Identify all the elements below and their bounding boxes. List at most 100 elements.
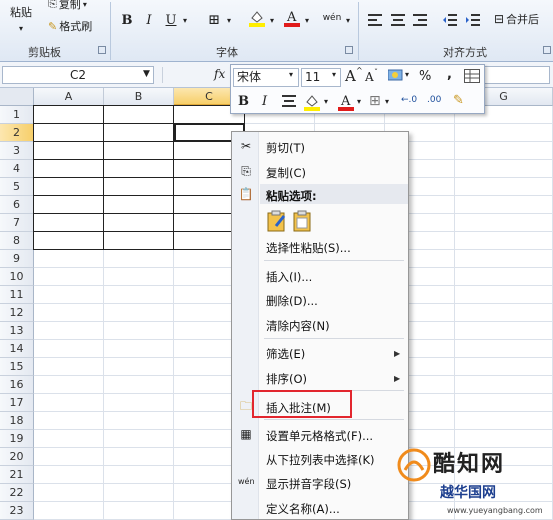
menu-item-clear-contents[interactable]: 清除内容(N): [266, 318, 330, 334]
row-header[interactable]: 10: [0, 268, 34, 286]
row-header[interactable]: 16: [0, 376, 34, 394]
font-name-dropdown-icon[interactable]: ▾: [289, 70, 293, 79]
grow-font-button[interactable]: A: [345, 67, 356, 85]
copy-button[interactable]: ⎘ 复制 ▾: [48, 0, 87, 12]
row-header[interactable]: 15: [0, 358, 34, 376]
align-center-icon[interactable]: [389, 10, 407, 30]
font-size-dropdown-icon[interactable]: ▾: [332, 70, 336, 79]
bold-button[interactable]: B: [118, 10, 136, 30]
row-header[interactable]: 2: [0, 124, 34, 142]
row-header[interactable]: 13: [0, 322, 34, 340]
decrease-decimal-icon[interactable]: .00: [427, 95, 441, 105]
insert-function-icon[interactable]: fx: [214, 67, 225, 81]
row-header[interactable]: 8: [0, 232, 34, 250]
paste-values-icon[interactable]: [292, 210, 314, 232]
row-header[interactable]: 3: [0, 142, 34, 160]
row-header[interactable]: 21: [0, 466, 34, 484]
mini-font-color-icon[interactable]: A: [337, 93, 355, 115]
underline-dropdown-icon[interactable]: ▾: [180, 10, 190, 30]
shrink-font-button[interactable]: A: [365, 70, 374, 84]
column-header[interactable]: A: [34, 88, 104, 106]
align-dialog-launcher[interactable]: [543, 46, 551, 54]
phonetic-dropdown-icon[interactable]: ▾: [343, 10, 353, 30]
align-left-icon[interactable]: [366, 10, 384, 30]
mini-fill-color-icon[interactable]: [303, 93, 321, 115]
menu-item-pick-from-list[interactable]: 从下拉列表中选择(K): [266, 452, 375, 468]
align-right-icon[interactable]: [411, 10, 429, 30]
menu-item-paste-special[interactable]: 选择性粘贴(S)...: [266, 240, 351, 256]
increase-decimal-icon[interactable]: ←.0: [401, 95, 417, 105]
row-header[interactable]: 17: [0, 394, 34, 412]
format-painter-button[interactable]: ✎ 格式刷: [48, 18, 92, 34]
mini-italic-button[interactable]: I: [262, 94, 267, 109]
accounting-dropdown-icon[interactable]: ▾: [405, 70, 409, 79]
row-header[interactable]: 22: [0, 484, 34, 502]
mini-fill-dropdown-icon[interactable]: ▾: [324, 97, 328, 106]
italic-button[interactable]: I: [140, 10, 158, 30]
menu-item-insert[interactable]: 插入(I)...: [266, 269, 312, 285]
copy-icon: ⎘: [241, 164, 251, 178]
row-header[interactable]: 23: [0, 502, 34, 520]
mini-borders-dropdown-icon[interactable]: ▾: [385, 97, 389, 106]
row-header[interactable]: 7: [0, 214, 34, 232]
clipboard-dialog-launcher[interactable]: [98, 46, 106, 54]
borders-icon[interactable]: ⊞: [204, 10, 224, 30]
increase-indent-icon[interactable]: [464, 10, 482, 30]
watermark-logo-icon: [397, 448, 431, 482]
row-header[interactable]: 18: [0, 412, 34, 430]
menu-item-filter[interactable]: 筛选(E): [266, 346, 305, 362]
percent-button[interactable]: %: [419, 69, 431, 84]
menu-item-phonetic[interactable]: 显示拼音字段(S): [266, 476, 351, 492]
row-header[interactable]: 9: [0, 250, 34, 268]
row-header[interactable]: 11: [0, 286, 34, 304]
mini-align-center-icon[interactable]: [282, 95, 296, 111]
borders-dropdown-icon[interactable]: ▾: [224, 10, 234, 30]
row-header[interactable]: 5: [0, 178, 34, 196]
decrease-indent-icon[interactable]: [441, 10, 459, 30]
divider: [358, 2, 359, 60]
mini-format-painter-icon[interactable]: ✎: [453, 93, 464, 108]
phonetic-icon[interactable]: wén: [320, 8, 344, 28]
column-header[interactable]: B: [104, 88, 174, 106]
menu-item-sort[interactable]: 排序(O): [266, 371, 307, 387]
merge-icon: ⊟: [494, 12, 505, 26]
row-header[interactable]: 6: [0, 196, 34, 214]
watermark: 酷知网 越华国网 www.yueyangbang.com: [395, 438, 553, 520]
context-menu: ✂ 剪切(T) ⎘ 复制(C) 📋 粘贴选项: 选择性粘贴(S)... 插入(I…: [231, 131, 409, 520]
menu-item-format-cells[interactable]: 设置单元格格式(F)...: [266, 428, 373, 444]
name-box-dropdown-icon[interactable]: ▼: [143, 69, 150, 79]
copy-dropdown-icon: ▾: [82, 0, 87, 9]
menu-item-copy[interactable]: 复制(C): [266, 165, 306, 181]
select-all-corner[interactable]: [0, 88, 34, 106]
accounting-format-icon[interactable]: [387, 68, 404, 86]
name-box[interactable]: C2: [2, 66, 154, 84]
font-color-dropdown-icon[interactable]: ▾: [302, 10, 312, 30]
font-dialog-launcher[interactable]: [345, 46, 353, 54]
row-header[interactable]: 14: [0, 340, 34, 358]
mini-borders-icon[interactable]: ⊞: [369, 93, 381, 109]
paste-button[interactable]: 粘贴 ▾: [2, 2, 40, 42]
fill-color-dropdown-icon[interactable]: ▾: [267, 10, 277, 30]
filter-submenu-arrow-icon: ▶: [394, 349, 401, 358]
underline-button[interactable]: U: [163, 10, 179, 30]
table-border: [34, 249, 245, 250]
comma-button[interactable]: ,: [447, 67, 452, 82]
menu-item-define-name[interactable]: 定义名称(A)...: [266, 501, 340, 517]
row-header[interactable]: 12: [0, 304, 34, 322]
paste-formatting-icon[interactable]: [266, 210, 288, 232]
font-color-icon[interactable]: A: [282, 8, 302, 28]
mini-font-color-dropdown-icon[interactable]: ▾: [357, 97, 361, 106]
row-header[interactable]: 4: [0, 160, 34, 178]
mini-bold-button[interactable]: B: [238, 94, 249, 109]
menu-item-cut[interactable]: 剪切(T): [266, 140, 305, 156]
menu-item-delete[interactable]: 删除(D)...: [266, 293, 318, 309]
brush-icon: ✎: [48, 19, 58, 33]
format-table-icon[interactable]: [464, 69, 480, 87]
fill-color-icon[interactable]: [247, 8, 267, 28]
svg-text:A: A: [340, 94, 351, 109]
merge-center-button[interactable]: ⊟ 合并后: [494, 10, 539, 28]
row-header[interactable]: 19: [0, 430, 34, 448]
row-header[interactable]: 1: [0, 106, 34, 124]
font-group-label: 字体: [216, 46, 238, 59]
row-header[interactable]: 20: [0, 448, 34, 466]
